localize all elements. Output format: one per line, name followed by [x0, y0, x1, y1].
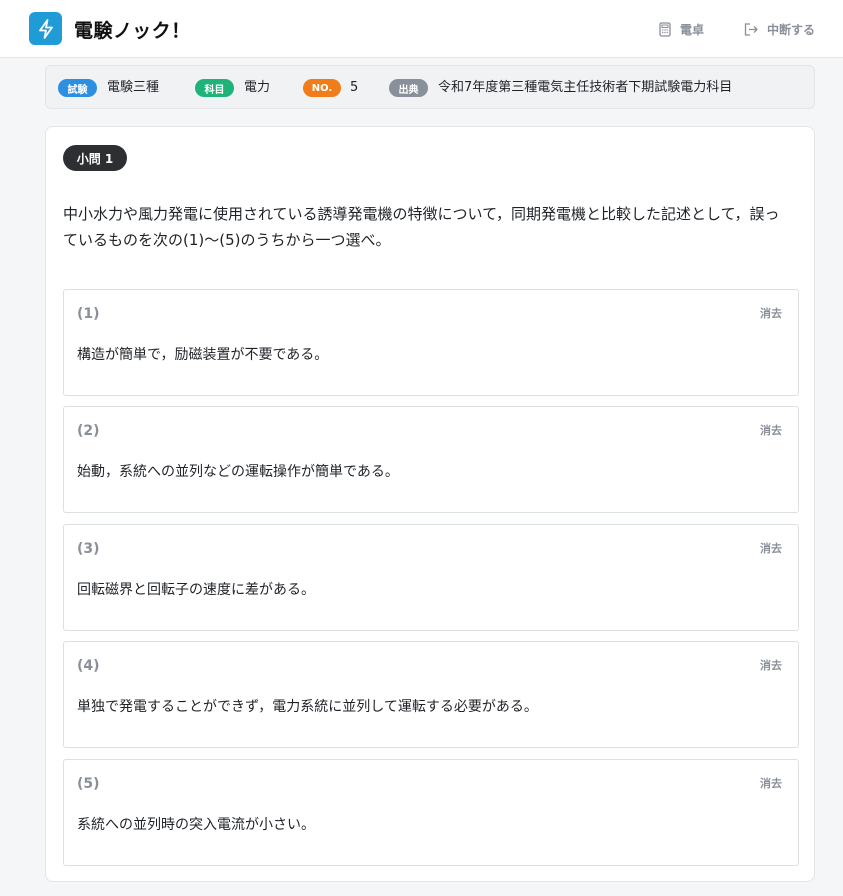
option-text: 始動，系統への並列などの運転操作が簡単である。	[77, 464, 399, 480]
option-5[interactable]: (5) 消去 系統への並列時の突入電流が小さい。	[63, 759, 799, 866]
subquestion-label: 小問 1	[63, 145, 127, 171]
option-4[interactable]: (4) 消去 単独で発電することができず，電力系統に並列して運転する必要がある。	[63, 641, 799, 748]
exam-value: 電験三種	[107, 80, 160, 95]
app-header: 電験ノック！ 電卓 中断する	[0, 0, 843, 58]
option-1[interactable]: (1) 消去 構造が簡単で，励磁装置が不要である。	[63, 289, 799, 396]
calculator-icon	[659, 21, 671, 37]
exit-icon	[744, 22, 758, 36]
clear-option-button[interactable]: 消去	[760, 305, 782, 321]
option-number: (2)	[77, 423, 100, 439]
clear-option-button[interactable]: 消去	[760, 422, 782, 438]
option-text: 回転磁界と回転子の速度に差がある。	[77, 582, 315, 598]
option-text: 系統への並列時の突入電流が小さい。	[77, 817, 315, 833]
lightning-bolt-icon	[38, 18, 53, 39]
app-title: 電験ノック！	[74, 20, 191, 42]
option-3[interactable]: (3) 消去 回転磁界と回転子の速度に差がある。	[63, 524, 799, 631]
option-number: (1)	[77, 306, 100, 322]
clear-option-button[interactable]: 消去	[760, 540, 782, 556]
question-text: 中小水力や風力発電に使用されている誘導発電機の特徴について，同期発電機と比較した…	[63, 205, 780, 249]
number-value: 5	[350, 80, 359, 95]
quit-button[interactable]: 中断する	[743, 19, 815, 39]
source-badge: 出典	[389, 79, 428, 97]
subject-value: 電力	[244, 80, 271, 95]
quit-label: 中断する	[767, 22, 816, 37]
clear-option-button[interactable]: 消去	[760, 775, 782, 791]
exam-badge: 試験	[58, 79, 97, 97]
option-number: (5)	[77, 776, 100, 792]
subject-badge: 科目	[195, 79, 234, 97]
option-text: 構造が簡単で，励磁装置が不要である。	[77, 347, 329, 363]
calculator-button[interactable]: 電卓	[658, 19, 704, 39]
question-info-bar: 試験 電験三種 科目 電力 NO. 5 出典 令和7年度第三種電気主任技術者下期…	[45, 65, 815, 109]
option-2[interactable]: (2) 消去 始動，系統への並列などの運転操作が簡単である。	[63, 406, 799, 513]
option-text: 単独で発電することができず，電力系統に並列して運転する必要がある。	[77, 699, 538, 715]
option-number: (3)	[77, 541, 100, 557]
question-card: 小問 1 中小水力や風力発電に使用されている誘導発電機の特徴について，同期発電機…	[45, 126, 815, 882]
clear-option-button[interactable]: 消去	[760, 657, 782, 673]
number-badge: NO.	[303, 79, 341, 97]
option-number: (4)	[77, 658, 100, 674]
calculator-label: 電卓	[680, 22, 705, 37]
source-value: 令和7年度第三種電気主任技術者下期試験電力科目	[438, 80, 733, 95]
app-logo[interactable]	[29, 12, 62, 45]
